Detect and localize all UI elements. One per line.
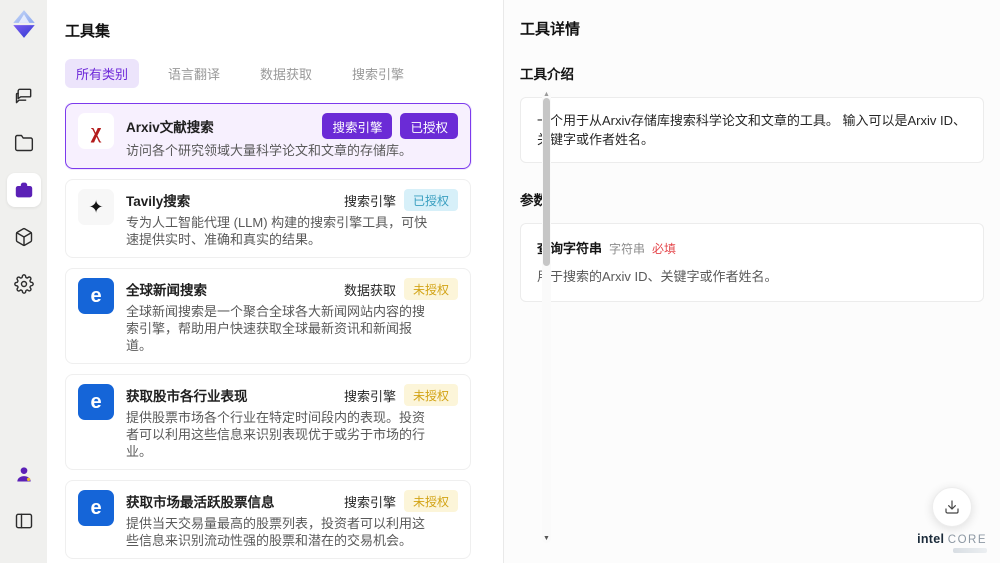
intro-heading: 工具介绍 <box>520 67 574 82</box>
intel-wordmark: intel <box>917 532 945 546</box>
category-badge: 搜索引擎 <box>322 113 393 139</box>
tool-list-item[interactable]: 获取股市各行业表现 搜索引擎 未授权 提供股票市场各个行业在特定时间段内的表现。… <box>65 374 471 470</box>
tool-list-item[interactable]: Tavily搜索 搜索引擎 已授权 专为人工智能代理 (LLM) 构建的搜索引擎… <box>65 179 471 258</box>
detail-title: 工具详情 <box>520 21 581 38</box>
corner-widgets: intel CORE <box>917 487 987 553</box>
tool-name: 获取股市各行业表现 <box>126 389 248 404</box>
category-tab[interactable]: 数据获取 <box>249 59 323 88</box>
tool-name: 全球新闻搜索 <box>126 283 207 298</box>
tool-description: 专为人工智能代理 (LLM) 构建的搜索引擎工具，可快速提供实时、准确和真实的结… <box>126 215 428 247</box>
scrollbar-thumb[interactable] <box>543 98 550 266</box>
page-title: 工具集 <box>65 23 111 40</box>
tool-list: Arxiv文献搜索 搜索引擎 已授权 访问各个研究领域大量科学论文和文章的存储库… <box>65 103 485 563</box>
intel-logo-accent <box>953 548 987 553</box>
sidebar-item-account[interactable] <box>7 457 41 491</box>
category-tabs: 所有类别 语言翻译 数据获取 搜索引擎 <box>65 59 485 88</box>
param-description: 用于搜索的Arxiv ID、关键字或作者姓名。 <box>537 269 778 284</box>
status-badge: 未授权 <box>403 384 458 406</box>
tool-logo-icon <box>78 278 114 314</box>
tool-description: 提供当天交易量最高的股票列表，投资者可以利用这些信息来识别流动性强的股票和潜在的… <box>126 516 426 548</box>
category-badge: 搜索引擎 <box>343 388 396 404</box>
chat-icon <box>15 88 31 104</box>
user-avatar-icon <box>16 467 31 482</box>
gear-icon <box>13 274 34 294</box>
tool-name: 获取市场最活跃股票信息 <box>126 495 275 510</box>
folder-icon <box>14 134 33 152</box>
param-required-flag: 必填 <box>652 242 677 256</box>
download-button[interactable] <box>932 487 973 527</box>
status-badge: 未授权 <box>403 278 458 300</box>
tool-list-item[interactable]: 获取市场最活跃股票信息 搜索引擎 未授权 提供当天交易量最高的股票列表，投资者可… <box>65 480 471 559</box>
tool-list-panel: 工具集 所有类别 语言翻译 数据获取 搜索引擎 χ Arxiv文献搜索 搜索引擎… <box>47 0 551 563</box>
category-tab[interactable]: 所有类别 <box>65 59 140 88</box>
sidebar-item-settings[interactable] <box>7 267 41 301</box>
tool-list-item[interactable]: 全球新闻搜索 数据获取 未授权 全球新闻搜索是一个聚合全球各大新闻网站内容的搜索… <box>65 268 471 364</box>
parameter-card: 查询字符串 字符串 必填 用于搜索的Arxiv ID、关键字或作者姓名。 <box>520 223 984 302</box>
icon-sidebar <box>0 0 47 563</box>
category-tab[interactable]: 搜索引擎 <box>341 59 415 88</box>
package-icon <box>15 227 32 247</box>
tool-logo-icon <box>78 384 114 420</box>
app-logo-icon <box>12 10 35 38</box>
tool-logo-icon <box>78 189 114 225</box>
status-badge: 已授权 <box>403 189 458 211</box>
params-heading: 参数 <box>520 193 547 208</box>
scroll-up-arrow[interactable]: ▲ <box>542 91 551 98</box>
category-badge: 搜索引擎 <box>343 494 396 510</box>
tool-name: Arxiv文献搜索 <box>126 120 214 135</box>
list-scrollbar: ▲ ▼ <box>542 91 551 543</box>
panel-layout-icon <box>15 513 32 529</box>
sidebar-item-collapse-panel[interactable] <box>7 504 41 538</box>
app-window: 工具集 所有类别 语言翻译 数据获取 搜索引擎 χ Arxiv文献搜索 搜索引擎… <box>0 0 1000 563</box>
tool-detail-panel: 工具详情 工具介绍 一个用于从Arxiv存储库搜索科学论文和文章的工具。 输入可… <box>504 0 1000 563</box>
status-badge: 未授权 <box>403 490 458 512</box>
category-badge: 数据获取 <box>343 282 396 298</box>
main-content: 工具集 所有类别 语言翻译 数据获取 搜索引擎 χ Arxiv文献搜索 搜索引擎… <box>47 0 1000 563</box>
sidebar-item-tools[interactable] <box>6 173 41 207</box>
category-badge: 搜索引擎 <box>343 193 396 209</box>
sidebar-item-chat[interactable] <box>7 79 41 113</box>
scroll-down-arrow[interactable]: ▼ <box>542 535 551 542</box>
status-badge: 已授权 <box>400 113 458 139</box>
sidebar-item-files[interactable] <box>7 126 41 160</box>
core-wordmark: CORE <box>947 534 987 546</box>
tool-logo-icon <box>78 113 114 149</box>
category-tab[interactable]: 语言翻译 <box>157 59 231 88</box>
intel-core-logo: intel CORE <box>917 532 987 553</box>
tool-name: Tavily搜索 <box>126 194 191 209</box>
download-icon <box>945 500 959 514</box>
tool-logo-icon <box>78 490 114 526</box>
tool-list-item[interactable]: Arxiv文献搜索 搜索引擎 已授权 访问各个研究领域大量科学论文和文章的存储库… <box>65 103 471 169</box>
param-type: 字符串 <box>609 242 646 256</box>
tool-description: 访问各个研究领域大量科学论文和文章的存储库。 <box>126 143 413 158</box>
tool-description: 全球新闻搜索是一个聚合全球各大新闻网站内容的搜索引擎，帮助用户快速获取全球最新资… <box>126 304 426 353</box>
sidebar-item-packages[interactable] <box>7 220 41 254</box>
tool-description: 提供股票市场各个行业在特定时间段内的表现。投资者可以利用这些信息来识别表现优于或… <box>126 410 426 459</box>
toolbox-icon <box>15 182 32 198</box>
tool-intro-text: 一个用于从Arxiv存储库搜索科学论文和文章的工具。 输入可以是Arxiv ID… <box>520 97 984 163</box>
